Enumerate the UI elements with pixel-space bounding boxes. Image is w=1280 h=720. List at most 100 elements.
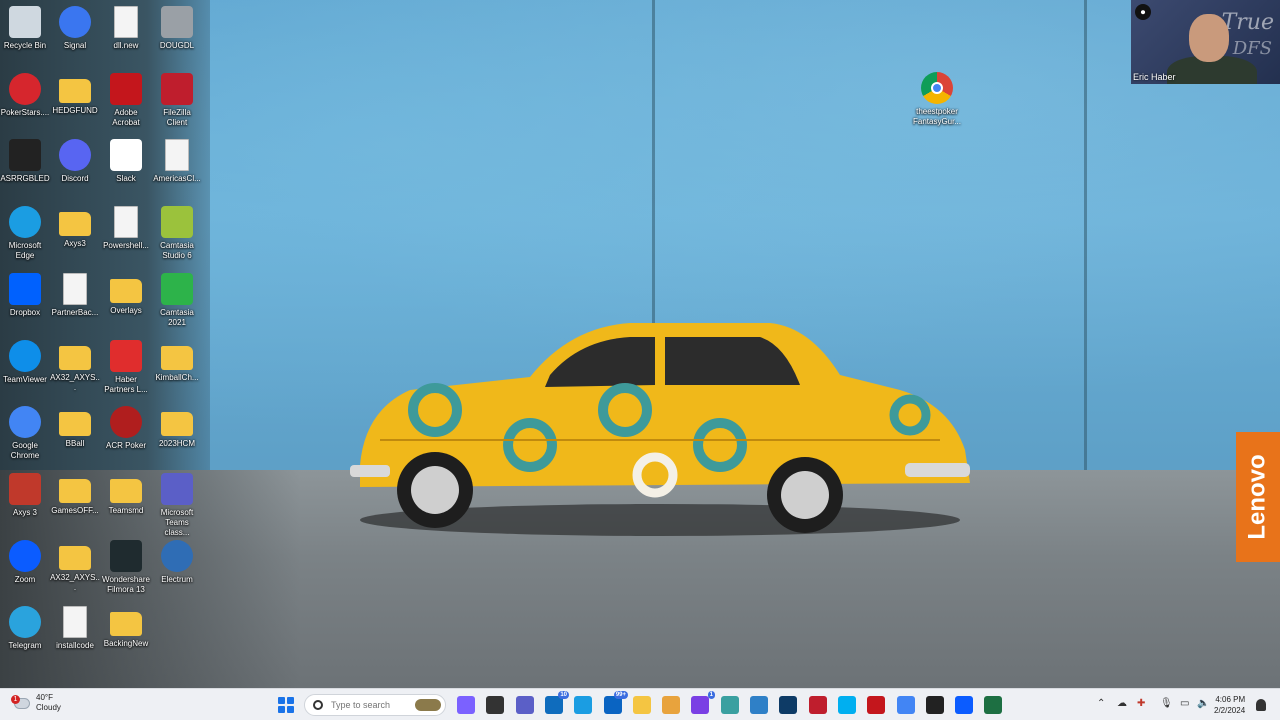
desktop-icon-label: Camtasia Studio 6 — [160, 241, 194, 261]
taskbar-app-skype[interactable] — [838, 696, 856, 714]
webcam-overlay: True DFS ⏺ Eric Haber — [1131, 0, 1280, 84]
clock-date: 2/2/2024 — [1214, 706, 1246, 715]
desktop-icon[interactable]: Dropbox — [0, 272, 50, 318]
desktop-icon-label: TeamViewer — [3, 374, 47, 384]
brand-text: DFS — [1232, 38, 1272, 59]
desktop-icon[interactable]: PokerStars.... — [0, 72, 50, 118]
desktop-icon-label: Recycle Bin — [3, 41, 47, 50]
folder-icon — [59, 212, 91, 237]
desktop-icon[interactable]: Camtasia Studio 6 — [152, 206, 202, 261]
signal-icon — [59, 6, 91, 38]
folder-icon — [59, 345, 91, 370]
taskbar-app-zoom[interactable] — [955, 696, 973, 714]
system-clock[interactable]: 4:06 PM 2/2/2024 — [1214, 694, 1245, 716]
pokerstars-icon — [9, 72, 41, 105]
camera-icon[interactable]: ⏺ — [1135, 4, 1151, 20]
taskbar-app-chrome[interactable] — [897, 696, 915, 714]
desktop-icon[interactable]: TeamViewer — [0, 339, 50, 385]
desktop-icon[interactable]: HEDGFUND — [50, 73, 100, 116]
desktop-icon[interactable]: Adobe Acrobat — [101, 72, 151, 128]
desktop-icon[interactable]: installcode — [50, 606, 100, 651]
taskbar-app-outlook[interactable]: 10 — [545, 691, 569, 714]
desktop-icon[interactable]: AmericasCl... — [152, 139, 202, 184]
search-icon — [313, 700, 323, 710]
taskbar-app-widgets[interactable] — [457, 696, 475, 714]
desktop-icon[interactable]: BackingNew — [101, 606, 151, 649]
desktop-icon[interactable]: Teamsmd — [101, 473, 151, 516]
search-input[interactable] — [331, 700, 411, 710]
weather-widget[interactable]: 1 40°F Cloudy — [11, 693, 61, 713]
desktop-icon[interactable]: Axys 3 — [0, 472, 50, 518]
desktop-icon[interactable]: dll.new — [101, 6, 151, 51]
desktop-icon[interactable]: Discord — [50, 139, 100, 184]
folder-icon — [59, 478, 91, 503]
cloud-sync-icon[interactable]: ☁ — [1117, 698, 1127, 709]
desktop-icon[interactable]: 2023HCM — [152, 406, 202, 449]
lenovo-tab[interactable]: Lenovo — [1236, 432, 1280, 562]
taskbar-app-chat[interactable] — [516, 696, 534, 714]
folder-icon — [110, 278, 142, 303]
desktop-icon-label: PartnerBac... — [51, 307, 99, 317]
desktop-icon[interactable]: KimballCh... — [152, 340, 202, 383]
taskbar-app-task-view[interactable] — [486, 696, 504, 714]
desktop-icon[interactable]: Zoom — [0, 539, 50, 585]
desktop-icon[interactable]: Overlays — [101, 273, 151, 316]
start-button[interactable] — [278, 697, 294, 713]
desktop-icon[interactable]: Wondershare Filmora 13 — [101, 539, 151, 595]
microphone-icon[interactable]: 🎙 — [1160, 698, 1173, 709]
desktop-icon[interactable]: Microsoft Edge — [0, 206, 50, 261]
desktop-icon[interactable]: Axys3 — [50, 206, 100, 249]
taskbar-app-notepad[interactable] — [750, 696, 768, 714]
desktop-icon[interactable]: Powershell... — [101, 206, 151, 251]
desktop-icon[interactable]: ASRRGBLED — [0, 139, 50, 184]
desktop-icon-label: dll.new — [113, 41, 139, 50]
volume-icon[interactable]: 🔈 — [1197, 698, 1209, 709]
chevron-up-icon[interactable]: ⌃ — [1097, 698, 1105, 709]
desktop-icon[interactable]: AX32_AXYS... — [50, 340, 100, 393]
cloud-icon: 1 — [11, 694, 30, 709]
taskbar-app-snipping[interactable] — [662, 696, 680, 714]
taskbar-search[interactable] — [304, 694, 446, 716]
desktop-icon-label: HEDGFUND — [52, 105, 98, 115]
desktop-icon[interactable]: Google Chrome — [0, 406, 50, 461]
taskbar-app-tool[interactable] — [721, 696, 739, 714]
dropbox-icon — [9, 272, 41, 305]
app-tray-icon[interactable]: ✚ — [1137, 698, 1145, 709]
desktop-icon[interactable]: FileZilla Client — [152, 72, 202, 128]
desktop-icon-label: Camtasia 2021 — [160, 307, 194, 327]
desktop-icon[interactable]: Telegram — [0, 606, 50, 651]
taskbar-app-acrobat[interactable] — [867, 696, 885, 714]
taskbar-app-messenger[interactable]: 1 — [691, 691, 715, 714]
desktop-icon[interactable]: GamesOFF... — [50, 473, 100, 516]
notification-bell-icon[interactable] — [1256, 699, 1266, 711]
taskbar-app-file-explorer[interactable] — [633, 696, 651, 714]
desktop-icon-theestpoker[interactable]: theestpoker FantasyGur... — [912, 72, 962, 127]
brand-text: True — [1221, 10, 1274, 35]
taskbar-app-mail[interactable]: 99+ — [604, 691, 628, 714]
desktop-icon[interactable]: PartnerBac... — [50, 272, 100, 318]
desktop-icon[interactable]: BBall — [50, 406, 100, 449]
desktop-icon[interactable]: Slack — [101, 139, 151, 184]
desktop-icon-label: KimballCh... — [155, 372, 199, 382]
desktop-icon[interactable]: Electrum — [152, 539, 202, 585]
desktop-icon[interactable]: Microsoft Teams class... — [152, 472, 202, 538]
desktop-icon[interactable]: DOUGDL — [152, 6, 202, 51]
taskbar-app-media[interactable] — [926, 696, 944, 714]
desktop-icon[interactable]: Signal — [50, 6, 100, 51]
desktop-icon-label: 2023HCM — [158, 439, 195, 449]
desktop-icon-label: Overlays — [110, 305, 142, 315]
weather-description: Cloudy — [36, 703, 61, 712]
network-icon[interactable]: ▭ — [1180, 698, 1189, 709]
taskbar-app-filezilla[interactable] — [809, 696, 827, 714]
taskbar-app-teamviewer[interactable] — [779, 696, 797, 714]
taskbar-app-excel[interactable] — [984, 696, 1002, 714]
desktop-icon[interactable]: Camtasia 2021 — [152, 272, 202, 328]
presenter-face — [1189, 14, 1229, 62]
desktop-icon[interactable]: Recycle Bin — [0, 6, 50, 51]
filmora-icon — [110, 539, 142, 572]
desktop-icon-label: ACR Poker — [105, 441, 146, 451]
desktop-icon[interactable]: Haber Partners L... — [101, 339, 151, 395]
taskbar-app-edge[interactable] — [574, 696, 592, 714]
desktop-icon[interactable]: ACR Poker — [101, 406, 151, 451]
desktop-icon[interactable]: AX32_AXYS... — [50, 540, 100, 593]
